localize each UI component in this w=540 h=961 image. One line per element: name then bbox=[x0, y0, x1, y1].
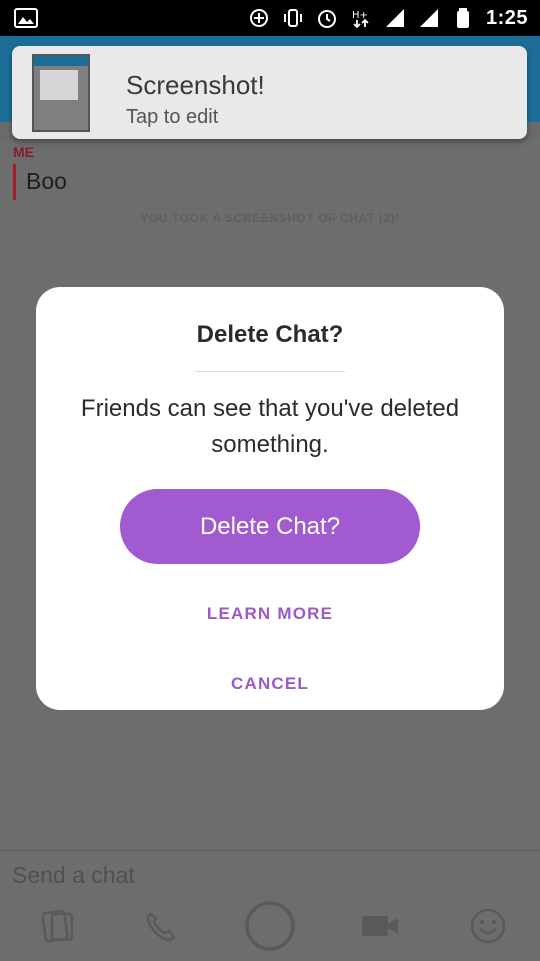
delete-chat-button[interactable]: Delete Chat? bbox=[120, 489, 420, 564]
status-bar: H+ 1:25 bbox=[0, 0, 540, 36]
data-saver-icon bbox=[248, 7, 270, 29]
sender-label: ME bbox=[13, 144, 34, 160]
signal-icon-2 bbox=[418, 7, 440, 29]
dialog-message: Friends can see that you've deleted some… bbox=[80, 395, 460, 458]
smiley-icon[interactable] bbox=[460, 898, 516, 954]
vibrate-icon bbox=[282, 7, 304, 29]
phone-icon[interactable] bbox=[132, 898, 188, 954]
message-indicator-bar bbox=[13, 164, 16, 200]
dialog-divider bbox=[195, 371, 345, 372]
signal-icon-1 bbox=[384, 7, 406, 29]
alarm-icon bbox=[316, 7, 338, 29]
capture-button[interactable] bbox=[242, 898, 298, 954]
send-chat-input[interactable]: Send a chat bbox=[12, 862, 135, 889]
memories-icon[interactable] bbox=[30, 898, 86, 954]
clock-time: 1:25 bbox=[485, 6, 528, 29]
cancel-button[interactable]: CANCEL bbox=[36, 674, 504, 694]
battery-icon bbox=[452, 7, 474, 29]
screenshot-thumbnail bbox=[32, 54, 90, 132]
network-hplus-icon: H+ bbox=[350, 7, 372, 29]
learn-more-link[interactable]: LEARN MORE bbox=[36, 604, 504, 624]
notification-title: Screenshot! bbox=[126, 70, 265, 100]
screenshot-notification[interactable]: Screenshot! Tap to edit bbox=[12, 46, 527, 139]
notification-subtitle: Tap to edit bbox=[126, 106, 219, 128]
chat-toolbar bbox=[0, 898, 540, 960]
video-icon[interactable] bbox=[352, 898, 408, 954]
chat-message[interactable]: Boo bbox=[26, 168, 67, 195]
gallery-icon bbox=[14, 8, 38, 28]
screenshot-system-note: YOU TOOK A SCREENSHOT OF CHAT (2)! bbox=[140, 211, 400, 225]
dialog-title: Delete Chat? bbox=[196, 321, 344, 348]
delete-chat-dialog: Delete Chat? Friends can see that you've… bbox=[36, 287, 504, 710]
